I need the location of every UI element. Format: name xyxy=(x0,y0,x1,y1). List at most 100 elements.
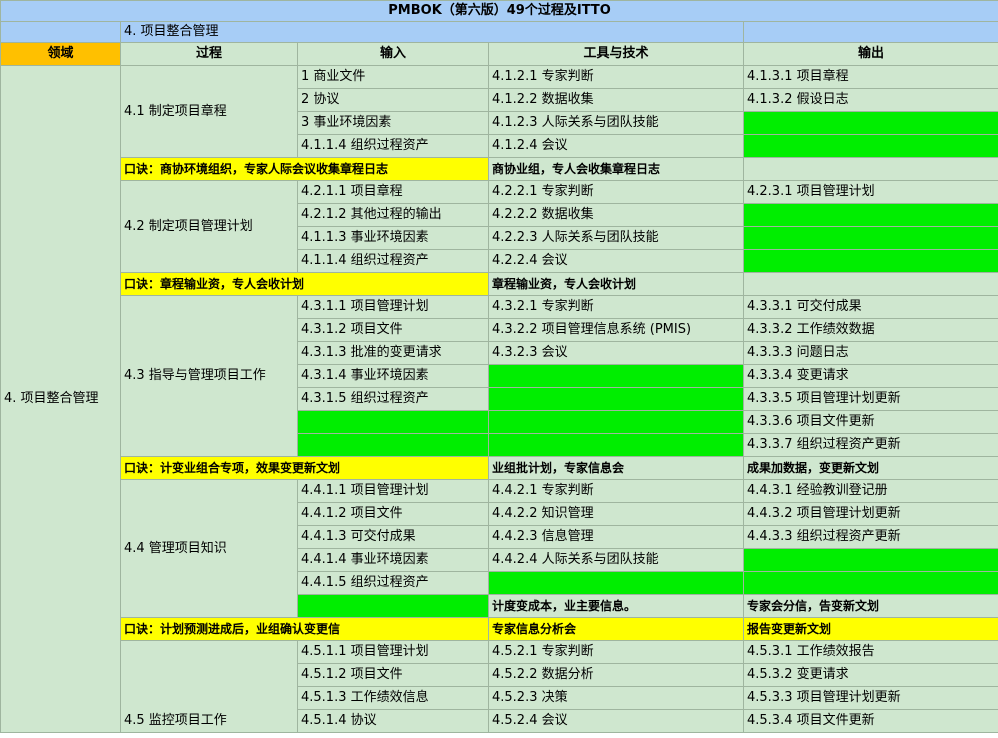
tool-cell[interactable]: 4.3.2.2 项目管理信息系统 (PMIS) xyxy=(488,318,744,342)
input-cell[interactable]: 4.1.1.3 事业环境因素 xyxy=(297,226,489,250)
section-blank-right[interactable] xyxy=(742,21,998,43)
tool-cell[interactable]: 4.2.2.2 数据收集 xyxy=(488,203,744,227)
input-cell[interactable]: 4.2.1.2 其他过程的输出 xyxy=(297,203,489,227)
mnemonic-cell[interactable]: 口诀：章程输业资，专人会收计划 xyxy=(120,272,489,296)
mnemonic-cell[interactable]: 口诀：计变业组合专项，效果变更新文划 xyxy=(120,456,489,480)
output-cell[interactable]: 4.3.3.4 变更请求 xyxy=(742,364,998,388)
output-cell[interactable]: 4.5.3.1 工作绩效报告 xyxy=(742,640,998,664)
output-cell[interactable]: 4.5.3.4 项目文件更新 xyxy=(742,709,998,733)
header-process[interactable]: 过程 xyxy=(120,42,298,66)
empty-green-cell[interactable] xyxy=(742,111,998,135)
mnemonic-output-cell[interactable]: 报告变更新文划 xyxy=(742,617,998,641)
output-cell[interactable]: 4.5.3.3 项目管理计划更新 xyxy=(742,686,998,710)
tool-cell[interactable]: 4.1.2.4 会议 xyxy=(488,134,744,158)
input-cell[interactable]: 4.3.1.5 组织过程资产 xyxy=(297,387,489,411)
tool-cell[interactable]: 4.5.2.2 数据分析 xyxy=(488,663,744,687)
tool-cell[interactable]: 4.5.2.3 决策 xyxy=(488,686,744,710)
domain-cell[interactable]: 4. 项目整合管理 xyxy=(0,65,121,733)
header-tools[interactable]: 工具与技术 xyxy=(488,42,744,66)
input-cell[interactable]: 3 事业环境因素 xyxy=(297,111,489,135)
output-cell[interactable]: 4.3.3.6 项目文件更新 xyxy=(742,410,998,434)
mnemonic-cell[interactable]: 口诀：商协环境组织，专家人际会议收集章程日志 xyxy=(120,157,489,181)
input-cell[interactable]: 4.4.1.5 组织过程资产 xyxy=(297,571,489,595)
tool-cell[interactable]: 4.5.2.1 专家判断 xyxy=(488,640,744,664)
input-cell[interactable]: 4.3.1.4 事业环境因素 xyxy=(297,364,489,388)
output-cell[interactable]: 4.3.3.1 可交付成果 xyxy=(742,295,998,319)
process-name[interactable]: 4.4 管理项目知识 xyxy=(120,479,298,618)
input-cell[interactable]: 4.4.1.4 事业环境因素 xyxy=(297,548,489,572)
tool-cell[interactable]: 4.5.2.4 会议 xyxy=(488,709,744,733)
empty-green-cell[interactable] xyxy=(488,387,744,411)
tool-cell[interactable]: 4.4.2.4 人际关系与团队技能 xyxy=(488,548,744,572)
tool-cell[interactable]: 4.3.2.3 会议 xyxy=(488,341,744,365)
section-label[interactable]: 4. 项目整合管理 xyxy=(120,21,744,43)
input-cell[interactable]: 4.3.1.3 批准的变更请求 xyxy=(297,341,489,365)
output-cell[interactable]: 4.4.3.2 项目管理计划更新 xyxy=(742,502,998,526)
empty-green-cell[interactable] xyxy=(488,571,744,595)
mnemonic-prev-output-cell[interactable]: 专家会分信，告变新文划 xyxy=(742,594,998,618)
empty-green-cell[interactable] xyxy=(742,134,998,158)
empty-green-cell[interactable] xyxy=(297,410,489,434)
tool-cell[interactable]: 4.4.2.3 信息管理 xyxy=(488,525,744,549)
input-cell[interactable]: 4.4.1.2 项目文件 xyxy=(297,502,489,526)
tool-cell[interactable]: 4.2.2.1 专家判断 xyxy=(488,180,744,204)
tool-cell[interactable]: 4.4.2.2 知识管理 xyxy=(488,502,744,526)
input-cell[interactable]: 4.5.1.4 协议 xyxy=(297,709,489,733)
header-domain[interactable]: 领域 xyxy=(0,42,121,66)
input-cell[interactable]: 4.1.1.4 组织过程资产 xyxy=(297,249,489,273)
process-name[interactable]: 4.3 指导与管理项目工作 xyxy=(120,295,298,457)
empty-green-cell[interactable] xyxy=(297,594,489,618)
output-cell[interactable]: 4.3.3.7 组织过程资产更新 xyxy=(742,433,998,457)
mnemonic-tools-cell[interactable]: 业组批计划，专家信息会 xyxy=(488,456,744,480)
input-cell[interactable]: 4.3.1.1 项目管理计划 xyxy=(297,295,489,319)
empty-green-cell[interactable] xyxy=(488,433,744,457)
tool-cell[interactable]: 4.2.2.3 人际关系与团队技能 xyxy=(488,226,744,250)
output-cell[interactable]: 4.5.3.2 变更请求 xyxy=(742,663,998,687)
input-cell[interactable]: 4.1.1.4 组织过程资产 xyxy=(297,134,489,158)
input-cell[interactable]: 4.5.1.3 工作绩效信息 xyxy=(297,686,489,710)
input-cell[interactable]: 4.2.1.1 项目章程 xyxy=(297,180,489,204)
tool-cell[interactable]: 4.1.2.1 专家判断 xyxy=(488,65,744,89)
empty-green-cell[interactable] xyxy=(742,203,998,227)
process-name[interactable]: 4.1 制定项目章程 xyxy=(120,65,298,158)
header-input[interactable]: 输入 xyxy=(297,42,489,66)
input-cell[interactable]: 4.5.1.2 项目文件 xyxy=(297,663,489,687)
output-cell[interactable]: 4.3.3.5 项目管理计划更新 xyxy=(742,387,998,411)
empty-green-cell[interactable] xyxy=(488,364,744,388)
output-cell[interactable]: 4.3.3.2 工作绩效数据 xyxy=(742,318,998,342)
empty-green-cell[interactable] xyxy=(488,410,744,434)
empty-green-cell[interactable] xyxy=(742,226,998,250)
empty-green-cell[interactable] xyxy=(742,571,998,595)
output-cell[interactable]: 4.4.3.3 组织过程资产更新 xyxy=(742,525,998,549)
process-name[interactable]: 4.2 制定项目管理计划 xyxy=(120,180,298,273)
mnemonic-prev-tools-cell[interactable]: 计度变成本，业主要信息。 xyxy=(488,594,744,618)
tool-cell[interactable]: 4.4.2.1 专家判断 xyxy=(488,479,744,503)
input-cell[interactable]: 2 协议 xyxy=(297,88,489,112)
input-cell[interactable]: 4.5.1.1 项目管理计划 xyxy=(297,640,489,664)
empty-green-cell[interactable] xyxy=(297,433,489,457)
empty-green-cell[interactable] xyxy=(742,249,998,273)
mnemonic-tools-cell[interactable]: 专家信息分析会 xyxy=(488,617,744,641)
mnemonic-tools-cell[interactable]: 商协业组，专人会收集章程日志 xyxy=(488,157,744,181)
output-cell[interactable]: 4.3.3.3 问题日志 xyxy=(742,341,998,365)
process-name[interactable]: 4.5 监控项目工作 xyxy=(120,640,298,733)
output-cell[interactable]: 4.2.3.1 项目管理计划 xyxy=(742,180,998,204)
output-cell[interactable]: 4.1.3.1 项目章程 xyxy=(742,65,998,89)
tool-cell[interactable]: 4.1.2.3 人际关系与团队技能 xyxy=(488,111,744,135)
mnemonic-tools-cell[interactable]: 章程输业资，专人会收计划 xyxy=(488,272,744,296)
tool-cell[interactable]: 4.2.2.4 会议 xyxy=(488,249,744,273)
empty-green-cell[interactable] xyxy=(742,548,998,572)
mnemonic-cell[interactable]: 口诀：计划预测进成后，业组确认变更信 xyxy=(120,617,489,641)
mnemonic-output-cell[interactable]: 成果加数据，变更新文划 xyxy=(742,456,998,480)
input-cell[interactable]: 4.4.1.1 项目管理计划 xyxy=(297,479,489,503)
header-output[interactable]: 输出 xyxy=(742,42,998,66)
input-cell[interactable]: 4.4.1.3 可交付成果 xyxy=(297,525,489,549)
mnemonic-output-cell[interactable] xyxy=(742,272,998,296)
sheet-title[interactable]: PMBOK（第六版）49个过程及ITTO xyxy=(0,0,998,22)
mnemonic-output-cell[interactable] xyxy=(742,157,998,181)
tool-cell[interactable]: 4.3.2.1 专家判断 xyxy=(488,295,744,319)
input-cell[interactable]: 1 商业文件 xyxy=(297,65,489,89)
output-cell[interactable]: 4.4.3.1 经验教训登记册 xyxy=(742,479,998,503)
section-blank[interactable] xyxy=(0,21,121,43)
tool-cell[interactable]: 4.1.2.2 数据收集 xyxy=(488,88,744,112)
